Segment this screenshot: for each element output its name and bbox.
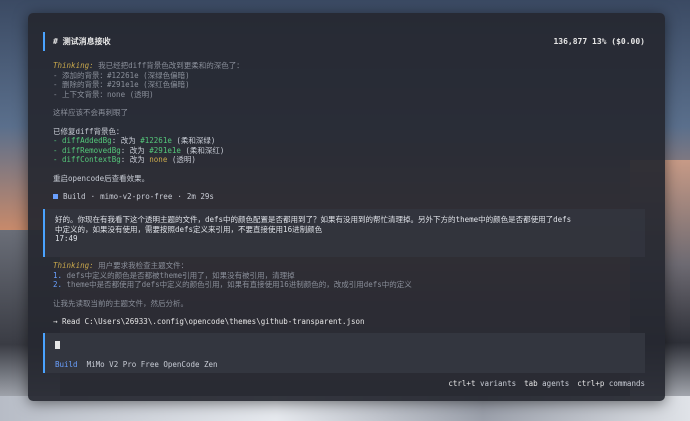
fixed-item: - diffAddedBg: 改为 #12261e (柔和深绿) [53, 136, 216, 145]
hint-commands[interactable]: ctrl+p commands [577, 379, 645, 388]
thinking-item: - 上下文背景：none (透明) [53, 89, 154, 99]
hint-agents[interactable]: tab agents [524, 379, 569, 388]
message-area: Thinking: 我已经把diff背景色改到更柔和的深色了： - 添加的背景：… [53, 61, 643, 202]
fixed-item: - diffContextBg: 改为 none (透明) [53, 155, 196, 164]
fixed-heading: 已修复diff背景色： [53, 126, 124, 136]
thinking-line: Thinking: 用户要求我检查主题文件： [53, 261, 189, 270]
session-header: # 测试消息接收 136,877 13% ($0.00) [43, 32, 645, 51]
build-label: Build [63, 192, 86, 201]
build-duration: 2m 29s [186, 192, 214, 201]
build-square-icon [53, 194, 58, 200]
user-message: 好的。你现在有我看下这个透明主题的文件，defs中的颜色配置是否都用到了？如果有… [43, 209, 645, 257]
analysis-note: 让我先读取当前的主题文件，然后分析。 [53, 298, 188, 308]
context-percent-cost: 13% ($0.00) [592, 37, 645, 46]
thinking-line: Thinking: 我已经把diff背景色改到更柔和的深色了： [53, 61, 244, 70]
fixed-item: - diffRemovedBg: 改为 #291e1e (柔和深红) [53, 145, 225, 155]
terminal-window: # 测试消息接收 136,877 13% ($0.00) Thinking: 我… [28, 13, 665, 401]
user-message-time: 17:49 [55, 234, 78, 243]
thinking-item: - 删除的背景：#291e1e (深红色偏暗) [53, 80, 190, 89]
session-title: # 测试消息接收 [53, 37, 111, 46]
user-message-line: 好的。你现在有我看下这个透明主题的文件，defs中的颜色配置是否都用到了？如果有… [55, 215, 572, 224]
assistant-response: Thinking: 用户要求我检查主题文件： 1. defs中定义的颜色是否都被… [53, 261, 643, 327]
hint-variants[interactable]: ctrl+t variants [448, 379, 516, 388]
token-count: 136,877 [553, 37, 588, 46]
thinking-item: - 添加的背景：#12261e (深绿色偏暗) [53, 70, 190, 80]
thinking-item: 2. theme中是否都使用了defs中定义的颜色引用，如果有直接使用16进制颜… [53, 280, 412, 289]
build-model: mimo-v2-pro-free [100, 192, 173, 201]
agent-mode[interactable]: Build [55, 360, 78, 369]
model-name[interactable]: MiMo V2 Pro Free [87, 360, 159, 369]
text-cursor [55, 341, 60, 349]
restart-note: 重启opencode后查看效果。 [53, 173, 150, 183]
thinking-conclusion: 这样应该不会再刺眼了 [53, 108, 128, 117]
thinking-item: 1. defs中定义的颜色是否都被theme引用了，如果没有被引用，清理掉 [53, 270, 295, 280]
keyboard-hints: ctrl+t variants tab agents ctrl+p comman… [448, 379, 645, 388]
provider-name: OpenCode Zen [163, 360, 218, 369]
session-stats: 136,877 13% ($0.00) [553, 37, 645, 46]
thinking-label: Thinking: [53, 261, 94, 270]
read-tool-call[interactable]: → Read C:\Users\26933\.config\opencode\t… [53, 317, 643, 327]
prompt-input[interactable]: Build MiMo V2 Pro Free OpenCode Zen [43, 333, 645, 373]
build-info: Build · mimo-v2-pro-free · 2m 29s [53, 192, 643, 202]
thinking-label: Thinking: [53, 61, 94, 70]
model-status: Build MiMo V2 Pro Free OpenCode Zen [55, 360, 218, 369]
user-message-line: 中定义的，如果没有使用，需要按照defs定义来引用，不要直接使用16进制颜色 [55, 224, 323, 234]
